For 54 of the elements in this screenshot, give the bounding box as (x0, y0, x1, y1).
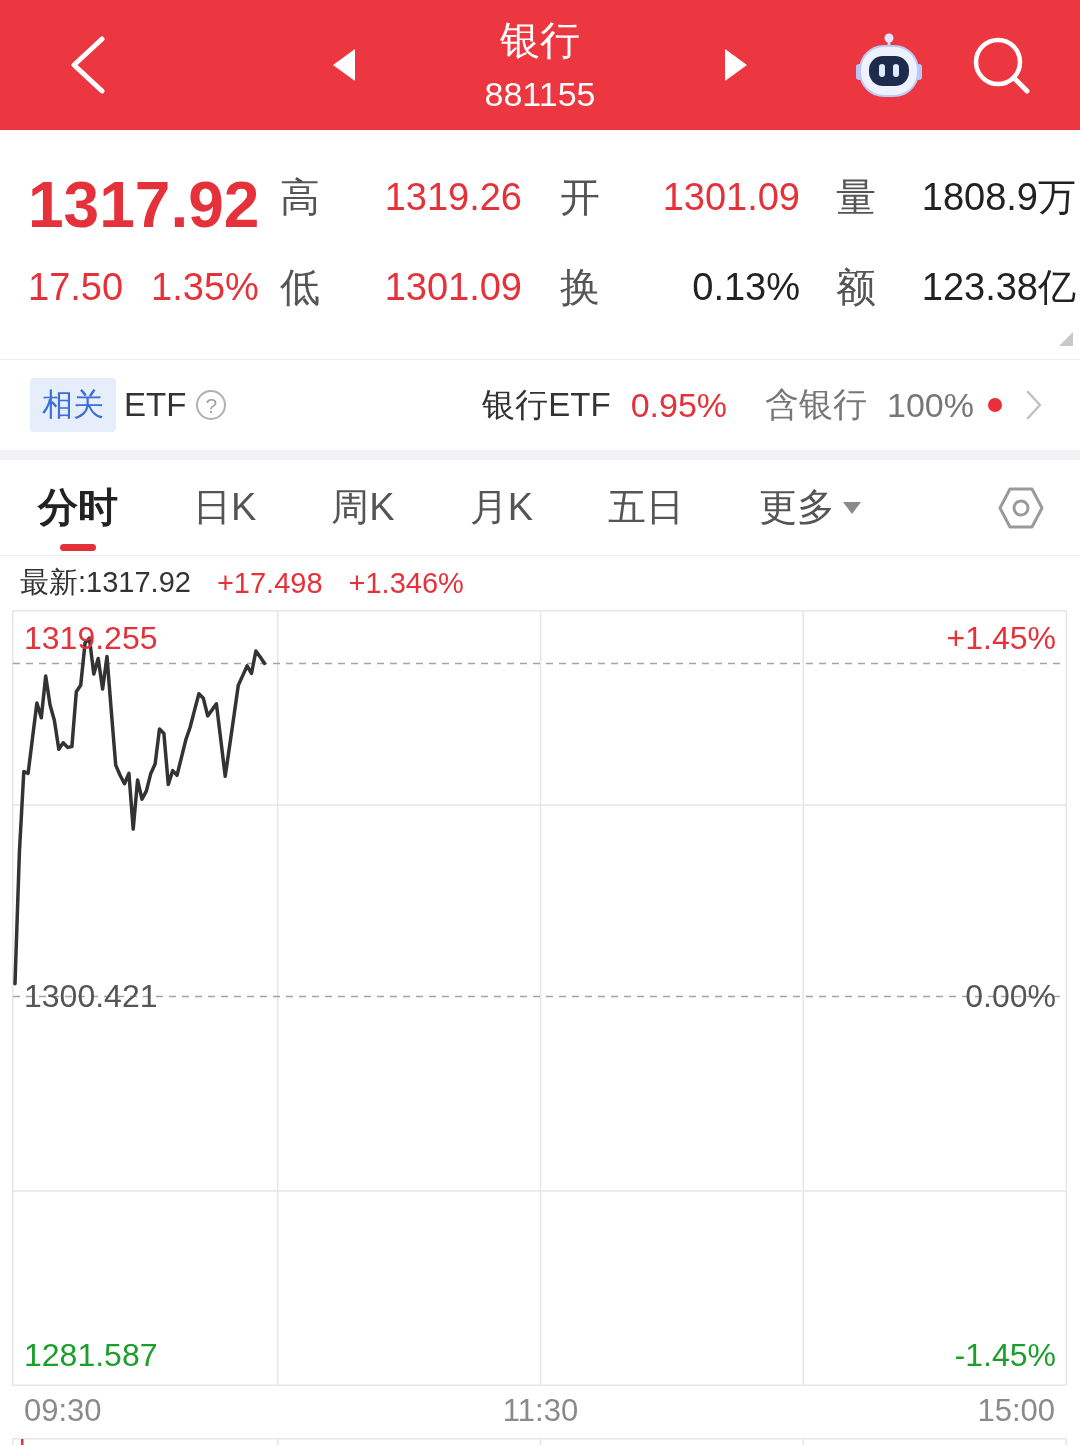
period-tab[interactable]: 日K (193, 460, 257, 555)
settings-button[interactable] (998, 486, 1044, 529)
price-axis-label: 1281.587 (24, 1337, 158, 1373)
period-tab[interactable]: 分时 (38, 460, 118, 555)
chevron-left-icon (70, 36, 106, 94)
stat-value: 1301.09 (384, 265, 522, 309)
related-tag: 相关 (30, 378, 116, 432)
stat-value: 0.13% (692, 265, 800, 309)
period-tab[interactable]: 更多 (759, 460, 862, 555)
period-tab[interactable]: 五日 (608, 460, 685, 555)
price-axis-label: 1319.255 (24, 620, 158, 656)
last-price: 1317.92 (28, 170, 260, 240)
change-value: +17.498 (216, 566, 323, 600)
percent-axis-label: -1.45% (954, 1337, 1056, 1373)
settings-icon (998, 486, 1044, 529)
price-axis-label: 1300.421 (24, 978, 158, 1015)
stat-value: 123.38亿 (921, 265, 1076, 309)
change-percent: +1.346% (348, 566, 464, 600)
next-button[interactable] (725, 49, 747, 81)
stat-label: 换 (560, 265, 600, 309)
previous-button[interactable] (333, 49, 355, 81)
index-code: 881155 (484, 75, 596, 113)
stat-value: 1808.9万 (921, 175, 1076, 219)
stat-label: 开 (560, 175, 600, 219)
time-axis-label: 11:30 (502, 1393, 579, 1429)
percent-axis-label: +1.45% (946, 620, 1056, 656)
percent-axis-label: 0.00% (965, 978, 1056, 1015)
stat-label: 额 (836, 265, 876, 309)
fund-change: 0.95% (630, 385, 728, 425)
holding-value: 100% (887, 385, 974, 425)
holding-label: 含银行 (765, 384, 868, 425)
fund-name: 银行ETF (482, 384, 611, 425)
change-value: 17.50 (28, 265, 124, 309)
stat-label: 低 (280, 265, 320, 309)
right-triangle-icon (725, 49, 747, 81)
time-axis-label: 09:30 (24, 1393, 102, 1429)
search-button[interactable] (972, 36, 1030, 94)
stat-label: 高 (280, 175, 320, 219)
time-axis-label: 15:00 (977, 1393, 1055, 1429)
search-icon (972, 36, 1030, 94)
assistant-button[interactable] (856, 33, 922, 97)
period-tab[interactable]: 周K (331, 460, 395, 555)
caret-down-icon (843, 501, 862, 514)
page-title: 银行 (500, 17, 580, 63)
period-tab[interactable]: 月K (469, 460, 534, 555)
robot-icon (856, 33, 922, 97)
etf-label: ETF (124, 386, 187, 424)
change-percent: 1.35% (151, 265, 259, 309)
left-triangle-icon (333, 49, 355, 81)
stat-value: 1319.26 (384, 175, 522, 219)
stat-value: 1301.09 (662, 175, 800, 219)
stat-label: 量 (836, 175, 876, 219)
latest-price-label: 最新:1317.92 (20, 565, 191, 600)
back-button[interactable] (70, 36, 106, 94)
